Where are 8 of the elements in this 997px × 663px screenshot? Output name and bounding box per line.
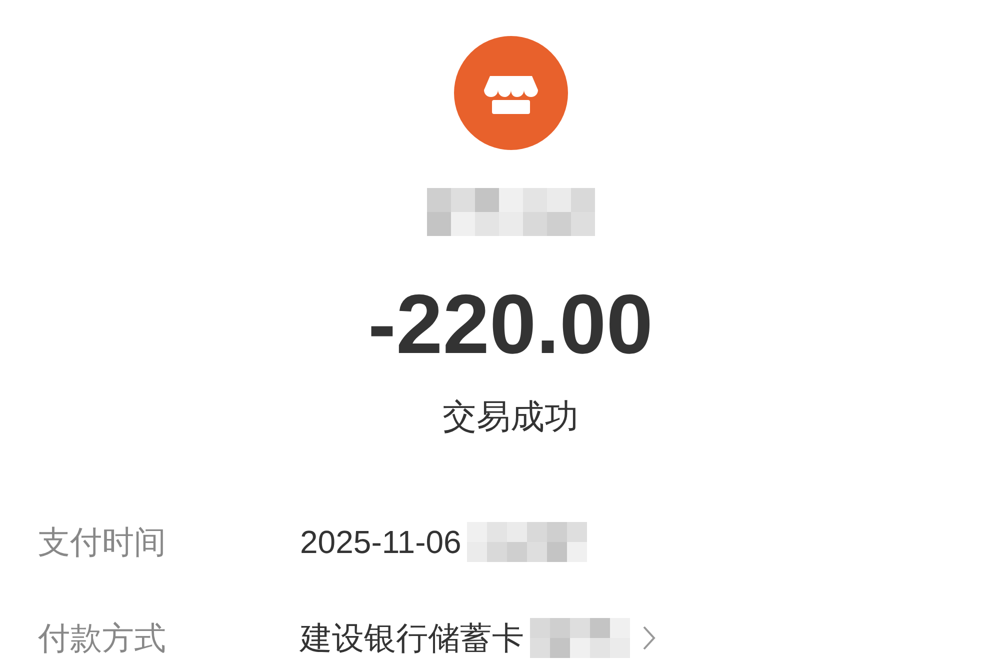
detail-label: 付款方式 <box>38 622 167 654</box>
detail-label: 支付时间 <box>38 526 167 558</box>
chevron-right-icon[interactable] <box>642 625 656 651</box>
detail-value: 建设银行储蓄卡 <box>300 622 524 654</box>
detail-value: 2025-11-06 <box>300 526 462 558</box>
store-icon <box>454 36 568 150</box>
status-text: 交易成功 <box>442 400 578 434</box>
amount: -220.00 <box>368 282 653 366</box>
